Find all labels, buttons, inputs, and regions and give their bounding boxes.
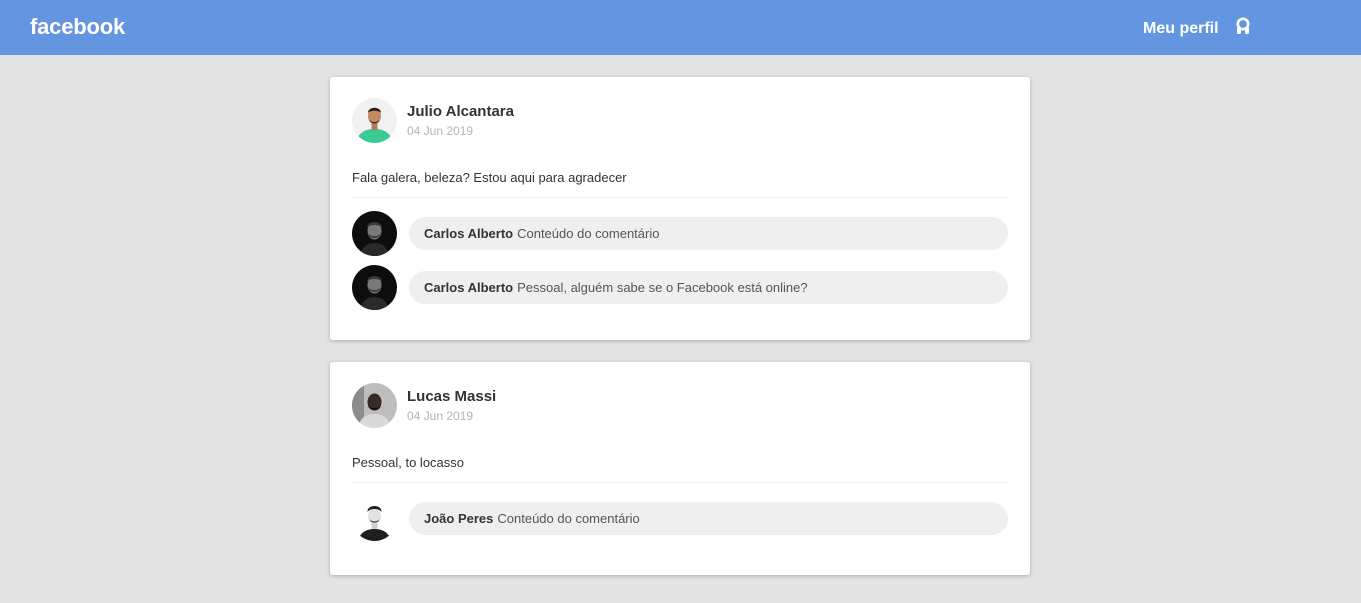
comment-bubble: Carlos Alberto Conteúdo do comentário — [409, 217, 1008, 250]
post-date: 04 Jun 2019 — [407, 408, 474, 423]
comment-list: Carlos Alberto Conteúdo do comentário Ca… — [352, 211, 1008, 310]
top-bar: facebook Meu perfil — [0, 0, 1361, 55]
post-content: Pessoal, to locasso — [352, 455, 465, 470]
profile-link[interactable]: Meu perfil — [1143, 17, 1252, 38]
author-info: Julio Alcantara 04 Jun 2019 — [407, 103, 514, 139]
post-header: Julio Alcantara 04 Jun 2019 — [352, 98, 1008, 143]
comment-text: Pessoal, alguém sabe se o Facebook está … — [517, 280, 808, 295]
comment-list: João Peres Conteúdo do comentário — [352, 496, 1008, 541]
comment-author[interactable]: Carlos Alberto — [424, 226, 513, 241]
author-name[interactable]: Julio Alcantara — [407, 103, 514, 121]
comment-author[interactable]: Carlos Alberto — [424, 280, 513, 295]
feed: Julio Alcantara 04 Jun 2019 Fala galera,… — [330, 77, 1030, 597]
divider — [352, 197, 1008, 198]
avatar[interactable] — [352, 211, 397, 256]
comment-text: Conteúdo do comentário — [517, 226, 660, 241]
comment: Carlos Alberto Conteúdo do comentário — [352, 211, 1008, 256]
author-info: Lucas Massi 04 Jun 2019 — [407, 388, 496, 424]
post-content: Fala galera, beleza? Estou aqui para agr… — [352, 170, 627, 185]
author-name[interactable]: Lucas Massi — [407, 388, 496, 406]
avatar[interactable] — [352, 496, 397, 541]
user-icon[interactable] — [1234, 17, 1252, 35]
post-card: Lucas Massi 04 Jun 2019 Pessoal, to loca… — [330, 362, 1030, 575]
avatar[interactable] — [352, 98, 397, 143]
comment: Carlos Alberto Pessoal, alguém sabe se o… — [352, 265, 1008, 310]
post-header: Lucas Massi 04 Jun 2019 — [352, 383, 1008, 428]
avatar[interactable] — [352, 383, 397, 428]
divider — [352, 482, 1008, 483]
post-date: 04 Jun 2019 — [407, 123, 474, 138]
comment-bubble: Carlos Alberto Pessoal, alguém sabe se o… — [409, 271, 1008, 304]
comment-bubble: João Peres Conteúdo do comentário — [409, 502, 1008, 535]
post-card: Julio Alcantara 04 Jun 2019 Fala galera,… — [330, 77, 1030, 340]
avatar[interactable] — [352, 265, 397, 310]
comment-text: Conteúdo do comentário — [497, 511, 640, 526]
comment-author[interactable]: João Peres — [424, 511, 493, 526]
logo[interactable]: facebook — [30, 14, 125, 40]
profile-label[interactable]: Meu perfil — [1143, 20, 1219, 38]
comment: João Peres Conteúdo do comentário — [352, 496, 1008, 541]
